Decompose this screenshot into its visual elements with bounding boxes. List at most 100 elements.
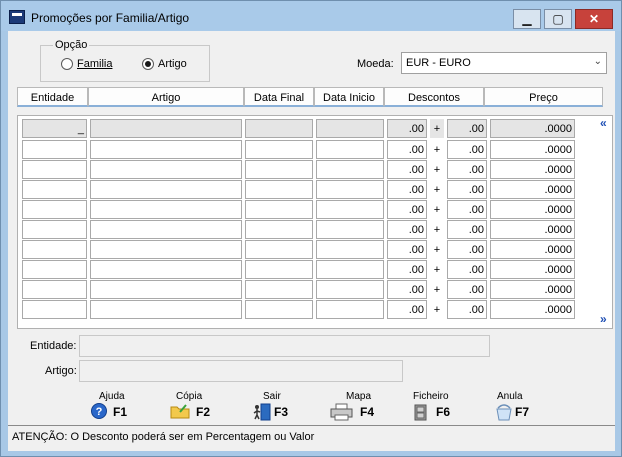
minimize-button[interactable]: ▁ [513,9,541,29]
cell-data-final[interactable] [245,220,313,239]
cell-desconto-1[interactable]: .00 [387,200,427,219]
cell-desconto-2[interactable]: .00 [447,280,487,299]
promotions-grid[interactable]: _ .00 + .00 .0000 .00 + .00 .0000 .00 + … [17,115,613,329]
cell-preco[interactable]: .0000 [490,240,575,259]
title-bar[interactable]: Promoções por Familia/Artigo ▁ ▢ ✕ [1,1,621,31]
cell-preco[interactable]: .0000 [490,180,575,199]
cell-data-final[interactable] [245,260,313,279]
file-button[interactable]: Ficheiro F6 [412,391,472,421]
cell-desconto-1[interactable]: .00 [387,300,427,319]
table-row[interactable]: .00 + .00 .0000 [22,260,578,280]
scroll-down-icon[interactable]: » [600,313,612,325]
cell-desconto-1[interactable]: .00 [387,280,427,299]
cell-data-final[interactable] [245,180,313,199]
cell-entidade[interactable] [22,280,87,299]
table-row[interactable]: .00 + .00 .0000 [22,160,578,180]
table-row[interactable]: .00 + .00 .0000 [22,240,578,260]
cell-desconto-1[interactable]: .00 [387,140,427,159]
cell-desconto-2[interactable]: .00 [447,260,487,279]
cell-data-final[interactable] [245,119,313,138]
header-entidade[interactable]: Entidade [17,87,88,107]
cell-preco[interactable]: .0000 [490,200,575,219]
cell-entidade[interactable] [22,180,87,199]
exit-button[interactable]: Sair F3 [252,391,312,421]
table-row[interactable]: .00 + .00 .0000 [22,200,578,220]
cell-entidade[interactable] [22,200,87,219]
cell-artigo[interactable] [90,260,242,279]
table-row[interactable]: _ .00 + .00 .0000 [22,119,578,139]
cell-preco[interactable]: .0000 [490,280,575,299]
cell-data-inicio[interactable] [316,280,384,299]
cell-desconto-1[interactable]: .00 [387,160,427,179]
table-row[interactable]: .00 + .00 .0000 [22,140,578,160]
scroll-up-icon[interactable]: « [600,117,612,129]
cell-data-final[interactable] [245,300,313,319]
cell-desconto-2[interactable]: .00 [447,180,487,199]
table-row[interactable]: .00 + .00 .0000 [22,220,578,240]
header-artigo[interactable]: Artigo [88,87,244,107]
cell-desconto-1[interactable]: .00 [387,240,427,259]
cell-entidade[interactable] [22,160,87,179]
table-row[interactable]: .00 + .00 .0000 [22,180,578,200]
cell-entidade[interactable] [22,260,87,279]
table-row[interactable]: .00 + .00 .0000 [22,280,578,300]
print-button[interactable]: Mapa F4 [330,391,390,421]
cell-desconto-2[interactable]: .00 [447,240,487,259]
cell-data-inicio[interactable] [316,119,384,138]
cell-data-inicio[interactable] [316,220,384,239]
cell-desconto-2[interactable]: .00 [447,200,487,219]
cell-artigo[interactable] [90,119,242,138]
cell-data-final[interactable] [245,160,313,179]
cell-preco[interactable]: .0000 [490,260,575,279]
radio-familia[interactable]: Familia [61,58,112,70]
cell-entidade[interactable] [22,220,87,239]
cell-artigo[interactable] [90,180,242,199]
cell-preco[interactable]: .0000 [490,220,575,239]
cell-preco[interactable]: .0000 [490,300,575,319]
cell-data-final[interactable] [245,200,313,219]
chevron-down-icon[interactable]: ⌄ [594,56,602,67]
cell-data-inicio[interactable] [316,300,384,319]
cell-desconto-1[interactable]: .00 [387,119,427,138]
header-data-final[interactable]: Data Final [244,87,314,107]
help-button[interactable]: Ajuda ? F1 [91,391,151,421]
cell-entidade[interactable]: _ [22,119,87,138]
cell-data-final[interactable] [245,240,313,259]
cell-data-inicio[interactable] [316,160,384,179]
radio-artigo[interactable]: Artigo [142,58,187,70]
cell-desconto-2[interactable]: .00 [447,160,487,179]
undo-button[interactable]: Anula F7 [494,391,554,421]
cell-preco[interactable]: .0000 [490,140,575,159]
cell-desconto-1[interactable]: .00 [387,260,427,279]
cell-entidade[interactable] [22,140,87,159]
cell-artigo[interactable] [90,300,242,319]
copy-button[interactable]: Cópia F2 [170,391,230,421]
cell-preco[interactable]: .0000 [490,160,575,179]
cell-artigo[interactable] [90,140,242,159]
cell-data-final[interactable] [245,140,313,159]
cell-artigo[interactable] [90,280,242,299]
cell-artigo[interactable] [90,200,242,219]
cell-artigo[interactable] [90,240,242,259]
cell-desconto-1[interactable]: .00 [387,180,427,199]
cell-data-inicio[interactable] [316,140,384,159]
cell-entidade[interactable] [22,240,87,259]
close-button[interactable]: ✕ [575,9,613,29]
cell-data-final[interactable] [245,280,313,299]
cell-artigo[interactable] [90,160,242,179]
cell-data-inicio[interactable] [316,200,384,219]
cell-data-inicio[interactable] [316,180,384,199]
cell-desconto-2[interactable]: .00 [447,220,487,239]
table-row[interactable]: .00 + .00 .0000 [22,300,578,320]
cell-entidade[interactable] [22,300,87,319]
header-preco[interactable]: Preço [484,87,603,107]
cell-preco[interactable]: .0000 [490,119,575,138]
header-descontos[interactable]: Descontos [384,87,484,107]
cell-desconto-1[interactable]: .00 [387,220,427,239]
cell-artigo[interactable] [90,220,242,239]
cell-desconto-2[interactable]: .00 [447,300,487,319]
cell-desconto-2[interactable]: .00 [447,140,487,159]
radio-artigo-dot[interactable] [142,58,154,70]
maximize-button[interactable]: ▢ [544,9,572,29]
cell-data-inicio[interactable] [316,260,384,279]
